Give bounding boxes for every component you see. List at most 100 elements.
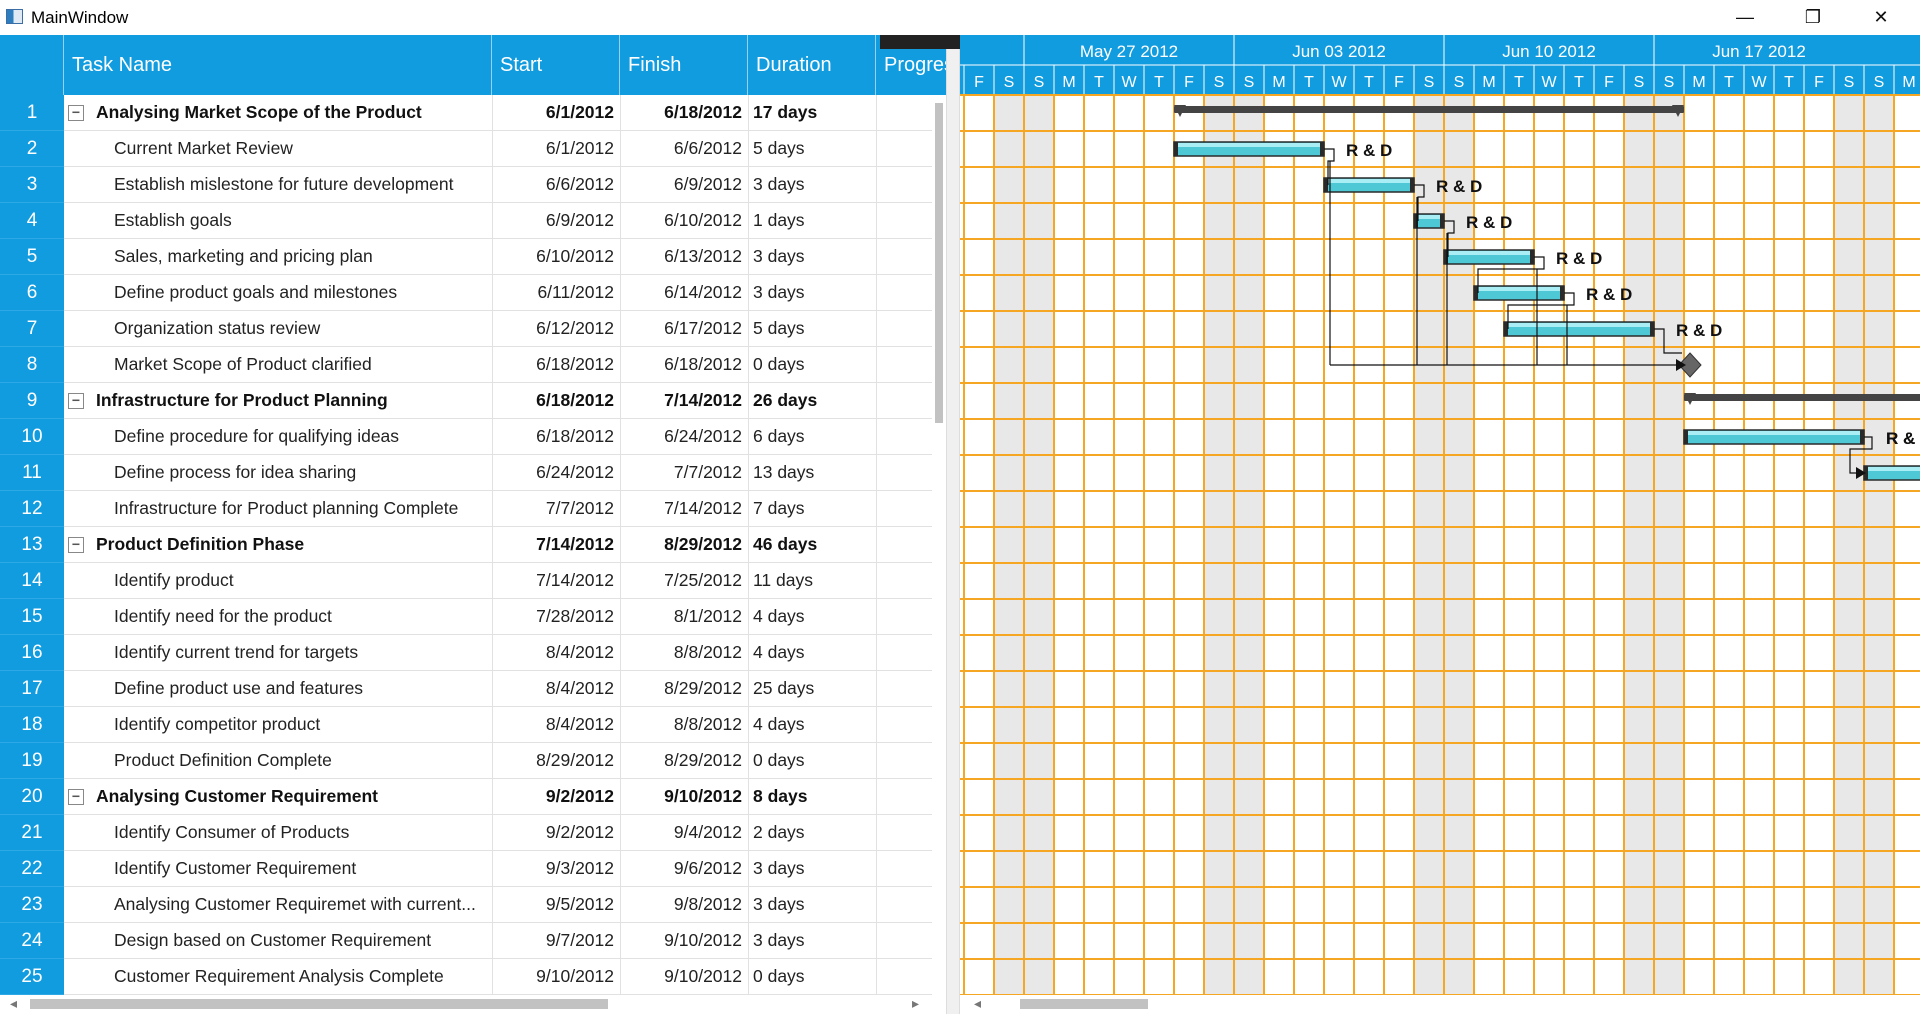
task-name-cell[interactable]: Define procedure for qualifying ideas — [64, 419, 492, 455]
finish-cell[interactable]: 6/14/2012 — [620, 275, 748, 311]
duration-cell[interactable]: 1 days — [748, 203, 876, 239]
row-number[interactable]: 12 — [0, 491, 64, 527]
task-name-cell[interactable]: Design based on Customer Requirement — [64, 923, 492, 959]
task-name-cell[interactable]: Current Market Review — [64, 131, 492, 167]
row-number[interactable]: 6 — [0, 275, 64, 311]
progress-cell[interactable] — [876, 239, 932, 275]
finish-cell[interactable]: 6/18/2012 — [620, 95, 748, 131]
start-cell[interactable]: 6/9/2012 — [492, 203, 620, 239]
task-name-cell[interactable]: Identify current trend for targets — [64, 635, 492, 671]
duration-cell[interactable]: 3 days — [748, 275, 876, 311]
gantt-chart[interactable]: May 27 2012 Jun 03 2012 Jun 10 2012 Jun 17 … — [960, 35, 1920, 995]
finish-cell[interactable]: 7/25/2012 — [620, 563, 748, 599]
progress-cell[interactable] — [876, 743, 932, 779]
minimize-button[interactable]: — — [1716, 0, 1774, 35]
start-cell[interactable]: 8/4/2012 — [492, 671, 620, 707]
finish-cell[interactable]: 6/18/2012 — [620, 347, 748, 383]
row-number[interactable]: 23 — [0, 887, 64, 923]
table-row[interactable]: 18 Identify competitor product 8/4/2012 8/8… — [0, 707, 932, 743]
start-cell[interactable]: 9/2/2012 — [492, 779, 620, 815]
start-cell[interactable]: 8/4/2012 — [492, 635, 620, 671]
start-cell[interactable]: 7/14/2012 — [492, 527, 620, 563]
finish-cell[interactable]: 6/10/2012 — [620, 203, 748, 239]
start-cell[interactable]: 9/7/2012 — [492, 923, 620, 959]
row-number[interactable]: 7 — [0, 311, 64, 347]
table-row[interactable]: 16 Identify current trend for targets 8/4/… — [0, 635, 932, 671]
column-header-start[interactable]: Start — [492, 35, 620, 95]
collapse-icon[interactable]: − — [68, 789, 84, 805]
table-row[interactable]: 3 Establish mislestone for future develop… — [0, 167, 932, 203]
task-name-cell[interactable]: Identify Customer Requirement — [64, 851, 492, 887]
progress-cell[interactable] — [876, 671, 932, 707]
finish-cell[interactable]: 9/10/2012 — [620, 923, 748, 959]
chart-scroll-left-icon[interactable]: ◂ — [974, 995, 981, 1012]
table-row[interactable]: 25 Customer Requirement Analysis Complete… — [0, 959, 932, 995]
table-row[interactable]: 21 Identify Consumer of Products 9/2/2012 9… — [0, 815, 932, 851]
start-cell[interactable]: 6/6/2012 — [492, 167, 620, 203]
progress-cell[interactable] — [876, 383, 932, 419]
duration-cell[interactable]: 11 days — [748, 563, 876, 599]
task-name-cell[interactable]: − Product Definition Phase — [64, 527, 492, 563]
finish-cell[interactable]: 6/9/2012 — [620, 167, 748, 203]
task-name-cell[interactable]: − Infrastructure for Product Planning — [64, 383, 492, 419]
duration-cell[interactable]: 4 days — [748, 635, 876, 671]
table-row[interactable]: 14 Identify product 7/14/2012 7/25/2012 11 d… — [0, 563, 932, 599]
duration-cell[interactable]: 26 days — [748, 383, 876, 419]
finish-cell[interactable]: 8/29/2012 — [620, 671, 748, 707]
finish-cell[interactable]: 8/29/2012 — [620, 527, 748, 563]
row-number[interactable]: 18 — [0, 707, 64, 743]
row-number[interactable]: 21 — [0, 815, 64, 851]
chart-horizontal-thumb[interactable] — [1020, 999, 1148, 1009]
grid-horizontal-scrollbar[interactable]: ◂ ▸ — [0, 995, 940, 1014]
close-button[interactable]: ✕ — [1852, 0, 1910, 35]
start-cell[interactable]: 7/14/2012 — [492, 563, 620, 599]
progress-cell[interactable] — [876, 923, 932, 959]
table-row[interactable]: 9− Infrastructure for Product Planning 6/1… — [0, 383, 932, 419]
table-row[interactable]: 17 Define product use and features 8/4/201… — [0, 671, 932, 707]
finish-cell[interactable]: 6/24/2012 — [620, 419, 748, 455]
start-cell[interactable]: 6/1/2012 — [492, 95, 620, 131]
start-cell[interactable]: 6/10/2012 — [492, 239, 620, 275]
start-cell[interactable]: 6/1/2012 — [492, 131, 620, 167]
task-name-cell[interactable]: Sales, marketing and pricing plan — [64, 239, 492, 275]
duration-cell[interactable]: 2 days — [748, 815, 876, 851]
duration-cell[interactable]: 3 days — [748, 239, 876, 275]
table-row[interactable]: 7 Organization status review 6/12/2012 6/17… — [0, 311, 932, 347]
restore-button[interactable]: ❐ — [1784, 0, 1842, 35]
finish-cell[interactable]: 9/10/2012 — [620, 959, 748, 995]
table-row[interactable]: 20− Analysing Customer Requirement 9/2/201… — [0, 779, 932, 815]
table-row[interactable]: 10 Define procedure for qualifying ideas 6… — [0, 419, 932, 455]
progress-cell[interactable] — [876, 167, 932, 203]
duration-cell[interactable]: 3 days — [748, 851, 876, 887]
row-number[interactable]: 4 — [0, 203, 64, 239]
table-row[interactable]: 1− Analysing Market Scope of the Product 6… — [0, 95, 932, 131]
row-number[interactable]: 1 — [0, 95, 64, 131]
progress-cell[interactable] — [876, 635, 932, 671]
duration-cell[interactable]: 46 days — [748, 527, 876, 563]
finish-cell[interactable]: 6/6/2012 — [620, 131, 748, 167]
start-cell[interactable]: 9/2/2012 — [492, 815, 620, 851]
task-name-cell[interactable]: Product Definition Complete — [64, 743, 492, 779]
task-name-cell[interactable]: Define process for idea sharing — [64, 455, 492, 491]
start-cell[interactable]: 9/10/2012 — [492, 959, 620, 995]
task-name-cell[interactable]: Identify Consumer of Products — [64, 815, 492, 851]
vertical-scroll-thumb[interactable] — [935, 103, 943, 423]
scroll-left-icon[interactable]: ◂ — [10, 995, 17, 1012]
progress-cell[interactable] — [876, 779, 932, 815]
duration-cell[interactable]: 7 days — [748, 491, 876, 527]
start-cell[interactable]: 9/3/2012 — [492, 851, 620, 887]
row-number[interactable]: 11 — [0, 455, 64, 491]
start-cell[interactable]: 6/24/2012 — [492, 455, 620, 491]
task-name-cell[interactable]: Define product goals and milestones — [64, 275, 492, 311]
chart-horizontal-scrollbar[interactable]: ◂ — [960, 995, 1920, 1014]
duration-cell[interactable]: 8 days — [748, 779, 876, 815]
duration-cell[interactable]: 5 days — [748, 131, 876, 167]
progress-cell[interactable] — [876, 311, 932, 347]
duration-cell[interactable]: 0 days — [748, 743, 876, 779]
row-number[interactable]: 20 — [0, 779, 64, 815]
start-cell[interactable]: 6/18/2012 — [492, 383, 620, 419]
column-header-task-name[interactable]: Task Name — [64, 35, 492, 95]
table-row[interactable]: 19 Product Definition Complete 8/29/2012 8/… — [0, 743, 932, 779]
finish-cell[interactable]: 6/13/2012 — [620, 239, 748, 275]
table-row[interactable]: 22 Identify Customer Requirement 9/3/2012 9… — [0, 851, 932, 887]
